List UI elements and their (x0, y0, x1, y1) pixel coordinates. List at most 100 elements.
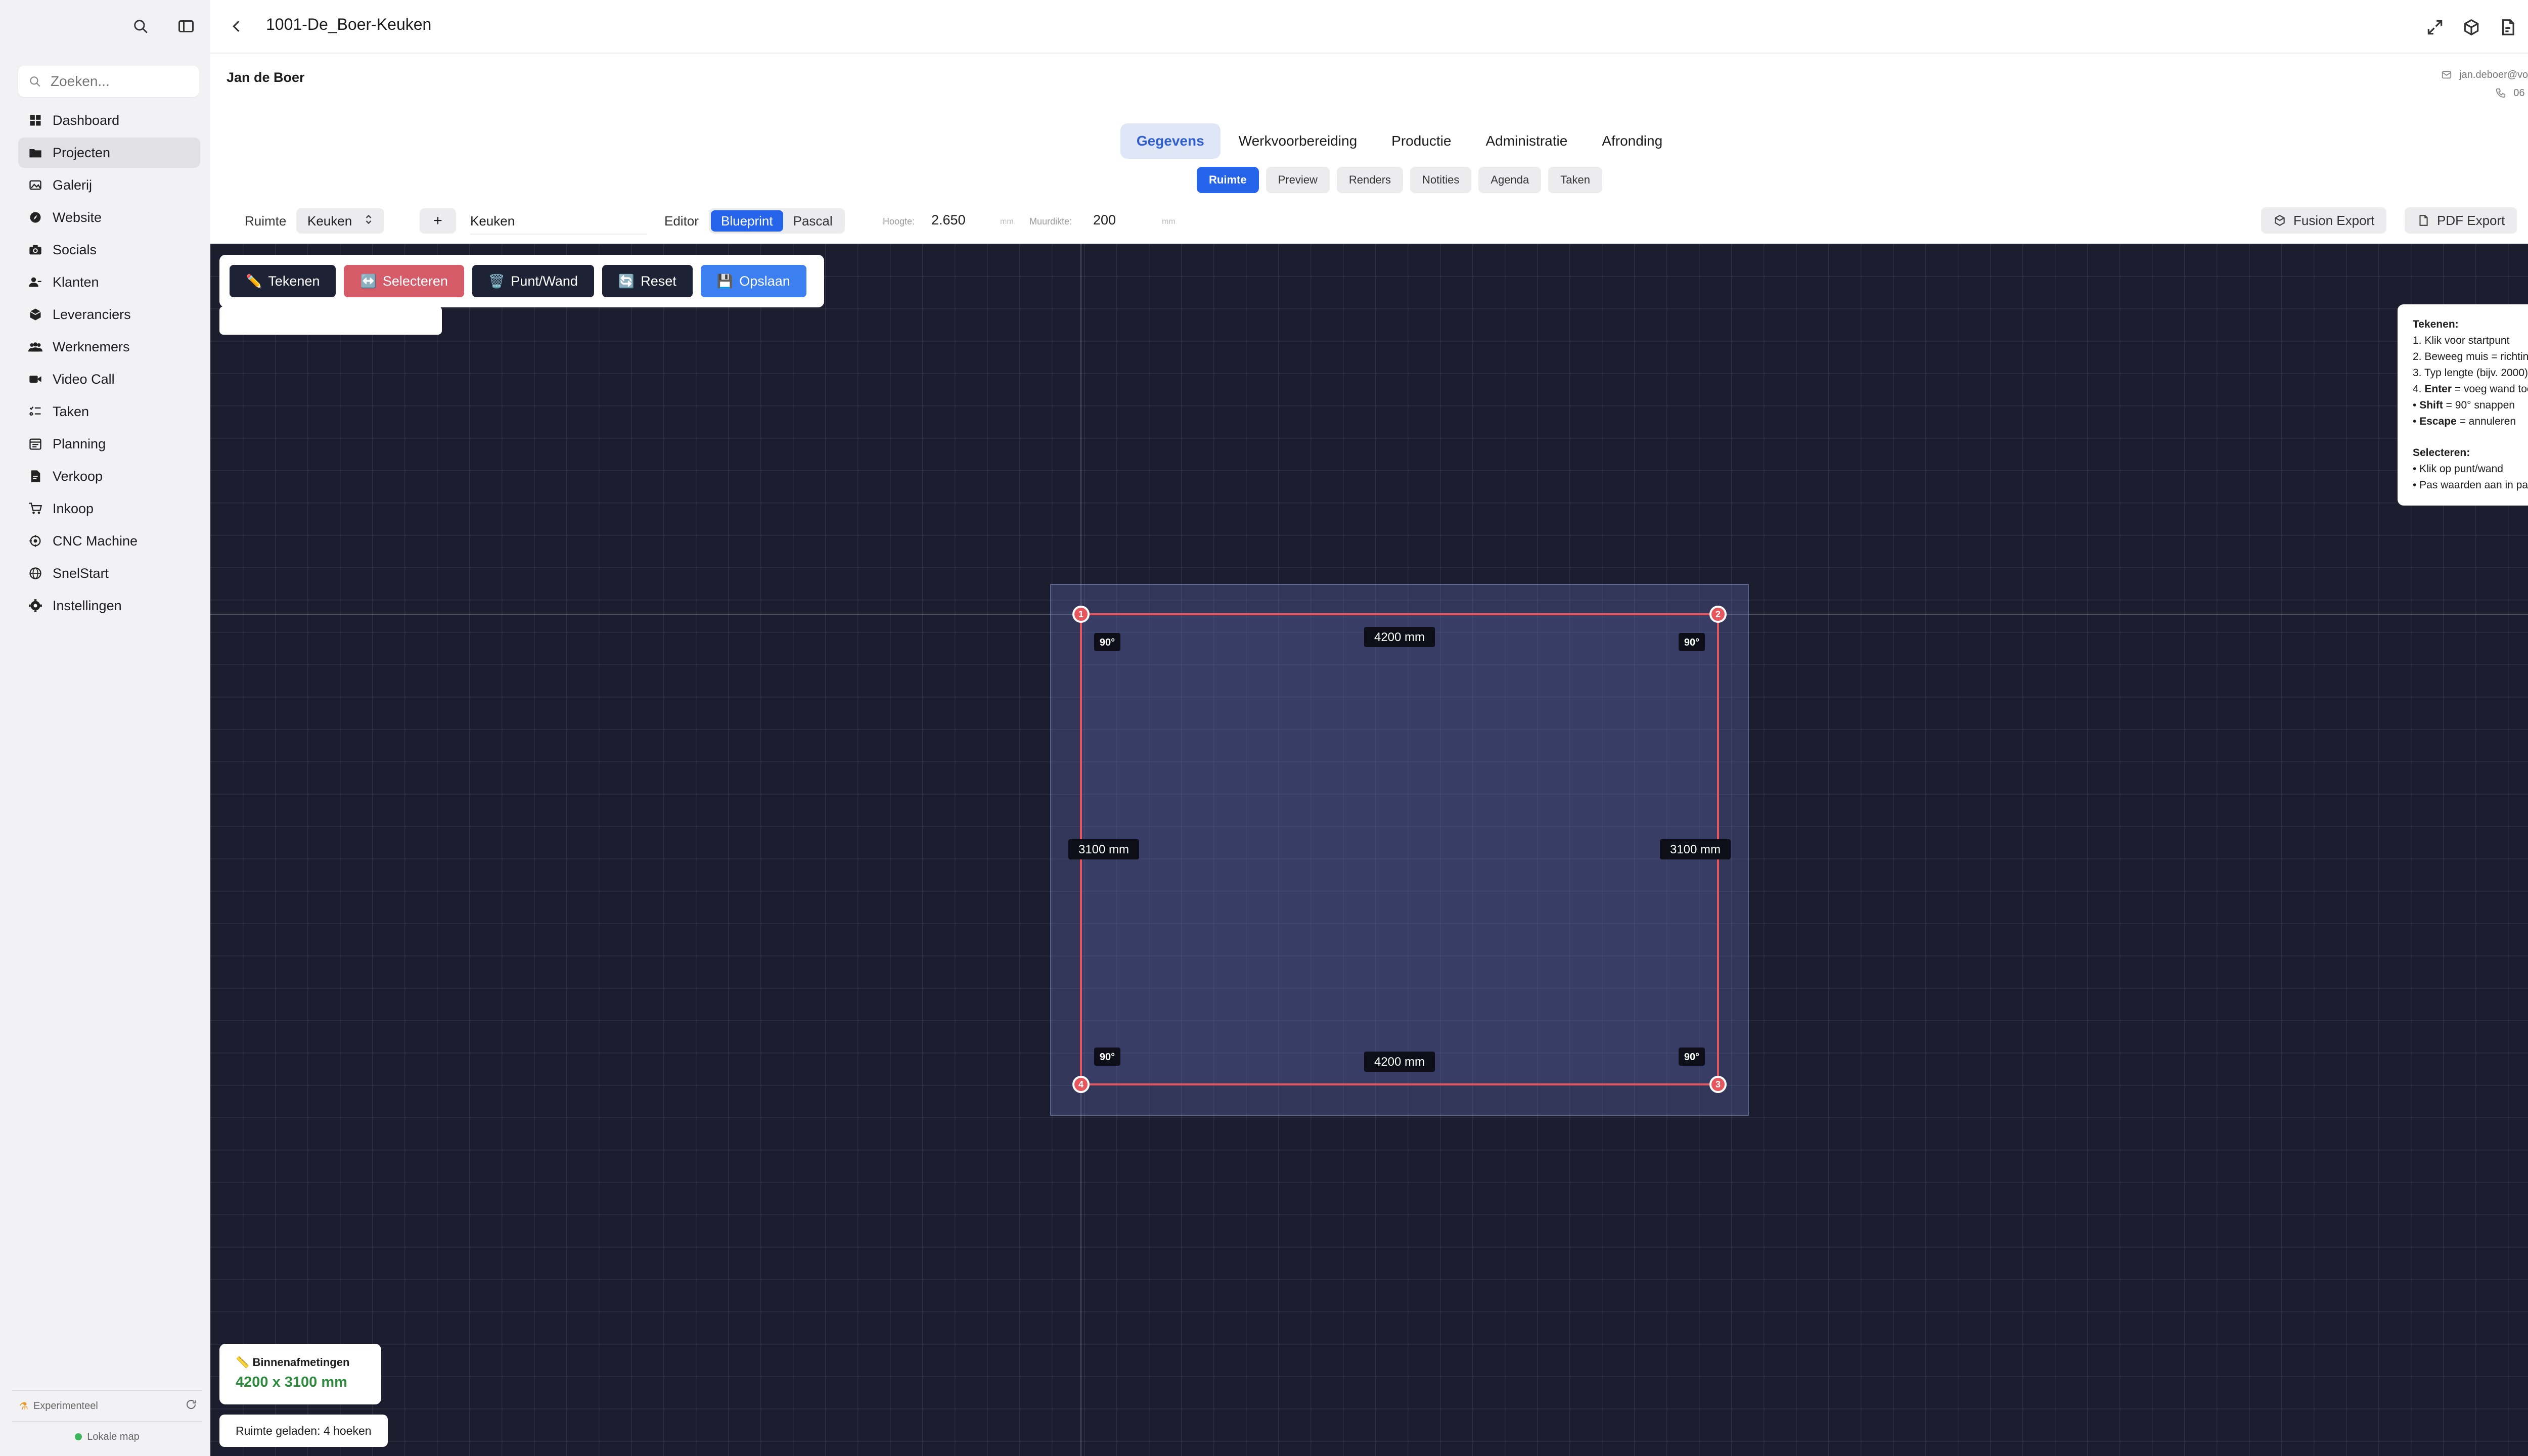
room-select[interactable]: Keuken (296, 208, 384, 234)
tab-gegevens[interactable]: Gegevens (1120, 123, 1221, 159)
subtab-taken[interactable]: Taken (1548, 167, 1602, 193)
fusion-export-label: Fusion Export (2293, 212, 2375, 228)
tool-selecteren-button[interactable]: ↔️ Selecteren (344, 265, 464, 297)
tool-punt-wand-button[interactable]: 🗑️ Punt/Wand (472, 265, 594, 297)
help-draw-steps: 1. Klik voor startpunt 2. Beweeg muis = r… (2413, 333, 2528, 430)
sidebar-item-dashboard[interactable]: Dashboard (18, 105, 200, 135)
dimension-label-right: 3100 mm (1660, 839, 1731, 859)
corner-angle-label: 90° (1094, 1048, 1120, 1066)
subtab-renders[interactable]: Renders (1336, 167, 1404, 193)
tab-administratie[interactable]: Administratie (1469, 123, 1584, 159)
sidebar-item-label: Dashboard (53, 112, 120, 128)
fusion-export-button[interactable]: Fusion Export (2261, 207, 2387, 234)
help-step-prefix: • (2413, 416, 2420, 427)
editor-blueprint-button[interactable]: Blueprint (711, 210, 783, 232)
email-row[interactable]: jan.deboer@voorbeeld.nl (2441, 66, 2528, 84)
sidebar-footer: ⚗ Experimenteel Lokale map (12, 1385, 202, 1447)
subtab-agenda[interactable]: Agenda (1478, 167, 1542, 193)
pdf-export-button[interactable]: PDF Export (2405, 207, 2517, 234)
sidebar-item-socials[interactable]: Socials (18, 235, 200, 265)
phone-row[interactable]: 06 12345678 (2441, 84, 2528, 102)
dimension-label-top: 4200 mm (1364, 627, 1435, 647)
sidebar-item-planning[interactable]: Planning (18, 429, 200, 459)
divider (12, 1421, 202, 1422)
subtab-notities[interactable]: Notities (1410, 167, 1472, 193)
back-button[interactable] (222, 12, 251, 40)
sidebar-item-label: Socials (53, 242, 97, 257)
tool-tekenen-button[interactable]: ✏️ Tekenen (230, 265, 336, 297)
search-icon[interactable] (126, 12, 155, 40)
tab-productie[interactable]: Productie (1375, 123, 1467, 159)
experimental-row[interactable]: ⚗ Experimenteel (12, 1396, 202, 1416)
sidebar-item-video-call[interactable]: Video Call (18, 364, 200, 394)
height-input[interactable]: 2.650 (931, 212, 966, 228)
sidebar-item-galerij[interactable]: Galerij (18, 170, 200, 200)
corner-point-4[interactable]: 4 (1072, 1076, 1090, 1093)
sidebar: Dashboard Projecten Galerij Website Socials K… (0, 0, 210, 1456)
cube-icon[interactable] (2458, 14, 2485, 40)
subtab-preview[interactable]: Preview (1266, 167, 1330, 193)
corner-point-2[interactable]: 2 (1709, 606, 1727, 623)
floorplan-canvas[interactable]: 4200 mm 4200 mm 3100 mm 3100 mm 90° 90° 90° 90… (210, 244, 2528, 1456)
editor-pascal-button[interactable]: Pascal (783, 210, 843, 232)
tab-afronding[interactable]: Afronding (1586, 123, 1679, 159)
tool-icon: 🗑️ (488, 273, 505, 289)
sidebar-item-cnc-machine[interactable]: CNC Machine (18, 526, 200, 556)
sidebar-item-website[interactable]: Website (18, 202, 200, 233)
tool-icon: 💾 (716, 273, 734, 289)
sidebar-item-verkoop[interactable]: Verkoop (18, 461, 200, 491)
svg-text:90°: 90° (1684, 1052, 1699, 1063)
refresh-icon[interactable] (185, 1398, 197, 1414)
tool-label: Tekenen (268, 273, 320, 289)
svg-text:90°: 90° (1100, 637, 1115, 648)
help-select-title: Selecteren: (2413, 447, 2470, 459)
dimension-label-bottom: 4200 mm (1364, 1052, 1435, 1072)
sidebar-item-label: Projecten (53, 145, 111, 160)
local-folder-row[interactable]: Lokale map (12, 1427, 202, 1447)
sidebar-item-instellingen[interactable]: Instellingen (18, 590, 200, 621)
sidebar-item-label: Video Call (53, 371, 115, 387)
sidebar-toggle-icon[interactable] (172, 12, 200, 40)
svg-text:3100 mm: 3100 mm (1670, 843, 1721, 856)
add-room-button[interactable]: + (420, 208, 456, 234)
editor-toggle: Blueprint Pascal (709, 208, 845, 234)
local-folder-label: Lokale map (87, 1431, 140, 1442)
corner-point-1[interactable]: 1 (1072, 606, 1090, 623)
help-draw-step: 1. Klik voor startpunt (2413, 335, 2510, 346)
sidebar-item-taken[interactable]: Taken (18, 396, 200, 427)
inner-dimensions-title: 📏 Binnenafmetingen (236, 1356, 350, 1369)
room-name-input[interactable]: Keuken (470, 208, 647, 235)
subtab-ruimte[interactable]: Ruimte (1197, 167, 1259, 193)
tool-reset-button[interactable]: 🔄 Reset (602, 265, 693, 297)
tool-label: Selecteren (382, 273, 448, 289)
sidebar-item-label: Planning (53, 436, 106, 451)
sidebar-item-leveranciers[interactable]: Leveranciers (18, 299, 200, 330)
client-name: Jan de Boer (227, 70, 305, 85)
camera-icon (28, 243, 42, 257)
search-input[interactable] (50, 73, 193, 90)
tool-opslaan-button[interactable]: 💾 Opslaan (700, 265, 806, 297)
sidebar-item-projecten[interactable]: Projecten (18, 138, 200, 168)
document-icon[interactable] (2495, 14, 2521, 40)
help-step-prefix: • (2413, 399, 2420, 411)
corner-point-3[interactable]: 3 (1709, 1076, 1727, 1093)
sidebar-item-snelstart[interactable]: SnelStart (18, 558, 200, 588)
sidebar-item-inkoop[interactable]: Inkoop (18, 493, 200, 524)
tool-label: Opslaan (739, 273, 790, 289)
sidebar-item-label: Klanten (53, 274, 99, 290)
search-field[interactable] (18, 66, 199, 97)
status-dot-icon (75, 1433, 82, 1440)
help-step-key: Shift (2419, 399, 2443, 411)
sidebar-item-werknemers[interactable]: Werknemers (18, 332, 200, 362)
client-email: jan.deboer@voorbeeld.nl (2459, 69, 2528, 80)
expand-icon[interactable] (2422, 14, 2448, 40)
floorplan-drawing[interactable]: 4200 mm 4200 mm 3100 mm 3100 mm 90° 90° 90° 90… (210, 244, 2528, 1456)
room-inner-area (1081, 614, 1718, 1084)
svg-text:3100 mm: 3100 mm (1078, 843, 1129, 856)
top-bar: 1001-De_Boer-Keuken (210, 0, 2528, 54)
help-draw-step: • Shift = 90° snappen (2413, 397, 2528, 414)
sidebar-item-klanten[interactable]: Klanten (18, 267, 200, 297)
tab-werkvoorbereiding[interactable]: Werkvoorbereiding (1223, 123, 1374, 159)
wall-thickness-input[interactable]: 200 (1093, 212, 1116, 228)
svg-text:4200 mm: 4200 mm (1374, 1055, 1425, 1069)
